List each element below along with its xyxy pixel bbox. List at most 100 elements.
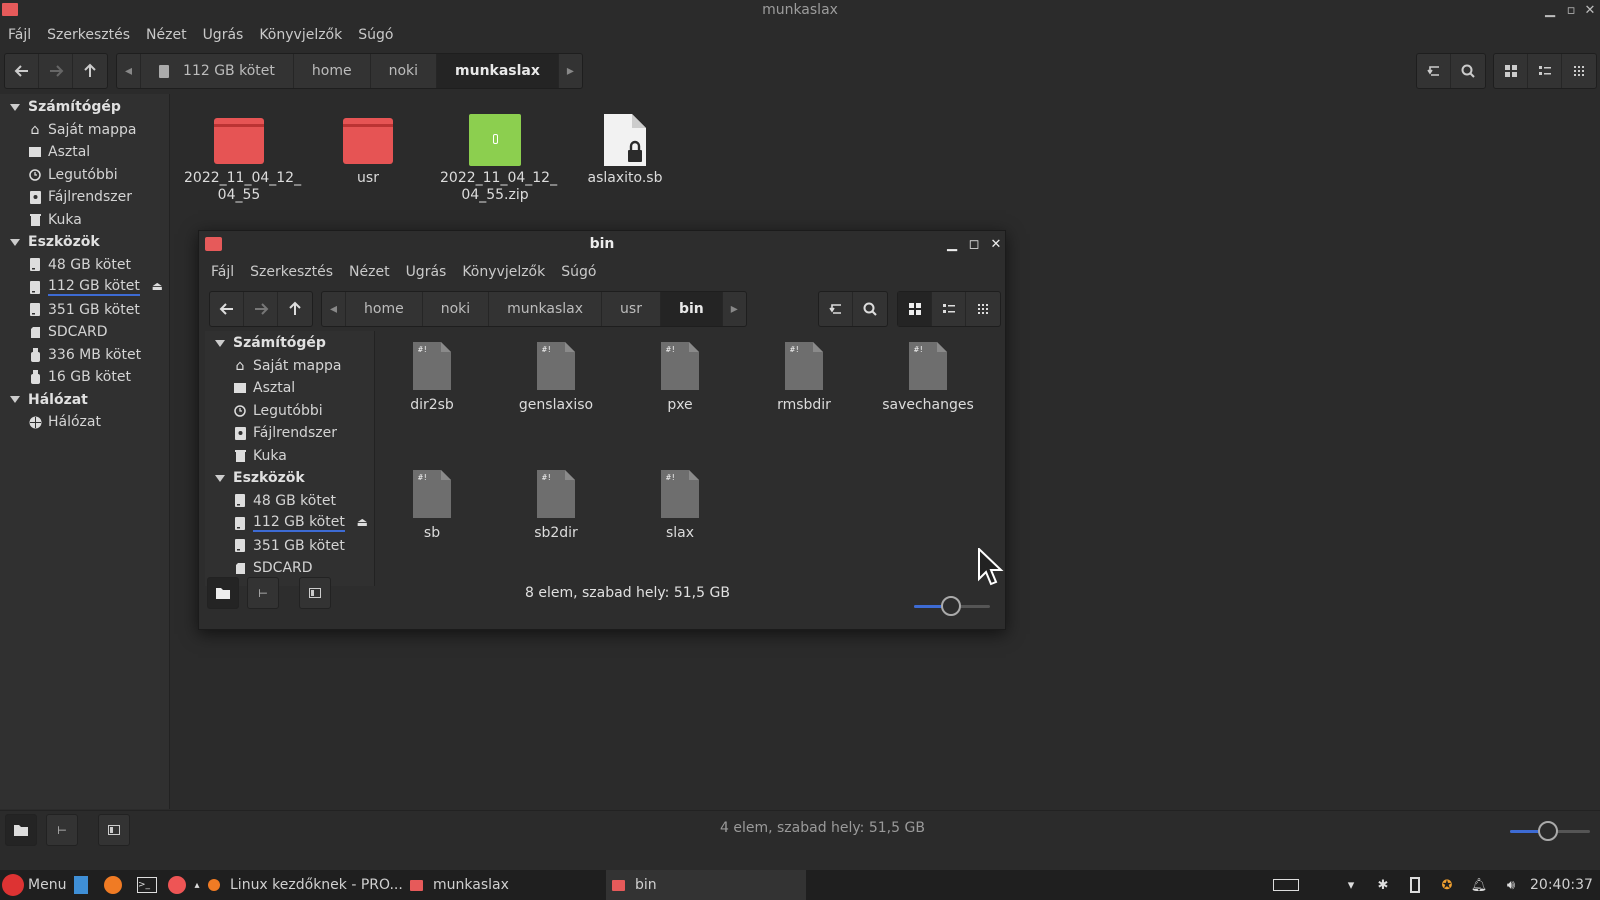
sidebar-toggle-button[interactable] [299,577,331,609]
back-button[interactable] [5,54,39,88]
folder-item[interactable]: usr [313,118,423,187]
forward-button[interactable] [244,292,278,326]
folder-item[interactable]: 2022_11_04_12_ 04_55 [184,118,301,204]
task-firefox[interactable]: Linux kezdőknek - PRO... [208,870,403,900]
bin-close-button[interactable]: ✕ [987,236,1005,254]
menu-view[interactable]: Nézet [349,264,390,280]
sidebar-item-trash[interactable]: Kuka [205,445,374,468]
file-manager-launcher-icon[interactable] [72,876,90,894]
battery-icon[interactable] [1406,876,1424,894]
menu-edit[interactable]: Szerkesztés [250,264,333,280]
compact-view-button[interactable] [1562,54,1596,88]
list-view-button[interactable] [932,292,966,326]
sidebar-item-network[interactable]: Hálózat [0,411,169,434]
sidebar-item-112gb[interactable]: 112 GB kötet ⏏ [0,276,169,299]
locked-file-item[interactable]: aslaxito.sb [570,112,680,187]
keyboard-icon[interactable] [1272,876,1300,894]
icon-view-button[interactable] [1494,54,1528,88]
clock[interactable]: 20:40:37 [1530,870,1593,900]
menu-file[interactable]: Fájl [211,264,234,280]
sidebar-item-351gb[interactable]: 351 GB kötet [205,535,374,558]
places-toggle-button[interactable] [207,577,239,609]
script-file-item[interactable]: #! sb [377,469,487,541]
task-bin[interactable]: bin [606,870,806,900]
breadcrumb-scroll-left[interactable]: ◂ [117,54,142,88]
script-file-item[interactable]: #! genslaxiso [501,341,611,413]
sidebar-item-sdcard[interactable]: SDCARD [0,321,169,344]
search-button[interactable] [853,292,887,326]
icon-view-button[interactable] [898,292,932,326]
menu-edit[interactable]: Szerkesztés [47,27,130,43]
bin-maximize-button[interactable]: ◻ [965,236,983,254]
breadcrumb-usr[interactable]: usr [602,292,661,326]
menu-go[interactable]: Ugrás [203,27,244,43]
breadcrumb-munkaslax[interactable]: munkaslax [437,54,559,88]
task-munkaslax[interactable]: munkaslax [410,870,509,900]
sidebar-item-trash[interactable]: Kuka [0,209,169,232]
breadcrumb-home[interactable]: home [294,54,371,88]
breadcrumb-bin[interactable]: bin [660,292,723,326]
breadcrumb-scroll-left[interactable]: ◂ [322,292,347,326]
maximize-button[interactable]: ▫ [1562,2,1580,20]
breadcrumb-112gb[interactable]: 112 GB kötet [141,54,294,88]
zoom-slider-knob[interactable] [1538,821,1558,841]
menu-bookmarks[interactable]: Könyvjelzők [462,264,545,280]
sidebar-item-home[interactable]: ⌂ Saját mappa [0,119,169,142]
sidebar-toggle-button[interactable] [98,814,130,846]
update-icon[interactable]: ✪ [1438,876,1456,894]
sidebar-item-48gb[interactable]: 48 GB kötet [0,254,169,277]
sidebar-item-desktop[interactable]: Asztal [205,377,374,400]
sidebar-section-devices[interactable]: Eszközök [0,231,169,254]
sidebar-item-recent[interactable]: Legutóbbi [205,400,374,423]
start-menu-button[interactable]: Menu [2,870,66,900]
breadcrumb-munkaslax[interactable]: munkaslax [489,292,603,326]
minimize-button[interactable]: ▁ [1541,2,1559,20]
back-button[interactable] [210,292,244,326]
sidebar-item-112gb[interactable]: 112 GB kötet ⏏ [205,512,374,535]
script-file-item[interactable]: #! savechanges [873,341,983,413]
breadcrumb-noki[interactable]: noki [423,292,490,326]
zip-file-item[interactable]: 2022_11_04_12_ 04_55.zip [440,114,557,204]
search-button[interactable] [1451,54,1485,88]
eject-icon[interactable]: ⏏ [357,515,368,529]
sidebar-section-devices[interactable]: Eszközök [205,467,374,490]
list-view-button[interactable] [1528,54,1562,88]
menu-bookmarks[interactable]: Könyvjelzők [259,27,342,43]
zoom-slider-knob[interactable] [941,596,961,616]
breadcrumb-noki[interactable]: noki [371,54,438,88]
wifi-icon[interactable]: ▾ [1342,876,1360,894]
bluetooth-icon[interactable]: ✱ [1374,876,1392,894]
terminal-launcher-icon[interactable]: >_ [136,876,158,894]
menu-file[interactable]: Fájl [8,27,31,43]
script-file-item[interactable]: #! pxe [625,341,735,413]
menu-view[interactable]: Nézet [146,27,187,43]
script-file-item[interactable]: #! slax [625,469,735,541]
breadcrumb-scroll-right[interactable]: ▸ [559,54,582,88]
sidebar-item-home[interactable]: ⌂ Saját mappa [205,355,374,378]
up-button[interactable] [73,54,107,88]
sidebar-item-desktop[interactable]: Asztal [0,141,169,164]
eject-icon[interactable]: ⏏ [152,279,163,293]
sidebar-item-filesystem[interactable]: Fájlrendszer [205,422,374,445]
menu-go[interactable]: Ugrás [406,264,447,280]
sidebar-item-48gb[interactable]: 48 GB kötet [205,490,374,513]
close-button[interactable]: ✕ [1581,2,1599,20]
script-file-item[interactable]: #! sb2dir [501,469,611,541]
reload-button[interactable] [1417,54,1451,88]
sidebar-item-336mb[interactable]: 336 MB kötet [0,344,169,367]
menu-help[interactable]: Súgó [561,264,596,280]
chevron-up-icon[interactable]: ▴ [188,876,206,894]
sidebar-section-network[interactable]: Hálózat [0,389,169,412]
tree-toggle-button[interactable]: ⊢ [247,577,279,609]
sidebar-section-computer[interactable]: Számítógép [205,332,374,355]
bin-minimize-button[interactable]: ▁ [943,236,961,254]
settings-launcher-icon[interactable] [168,876,186,894]
menu-help[interactable]: Súgó [358,27,393,43]
script-file-item[interactable]: #! rmsbdir [749,341,859,413]
tree-toggle-button[interactable]: ⊢ [46,814,78,846]
volume-icon[interactable]: 🔊︎ [1502,876,1520,894]
sidebar-item-16gb[interactable]: 16 GB kötet [0,366,169,389]
forward-button[interactable] [39,54,73,88]
breadcrumb-scroll-right[interactable]: ▸ [723,292,746,326]
places-toggle-button[interactable] [5,814,37,846]
